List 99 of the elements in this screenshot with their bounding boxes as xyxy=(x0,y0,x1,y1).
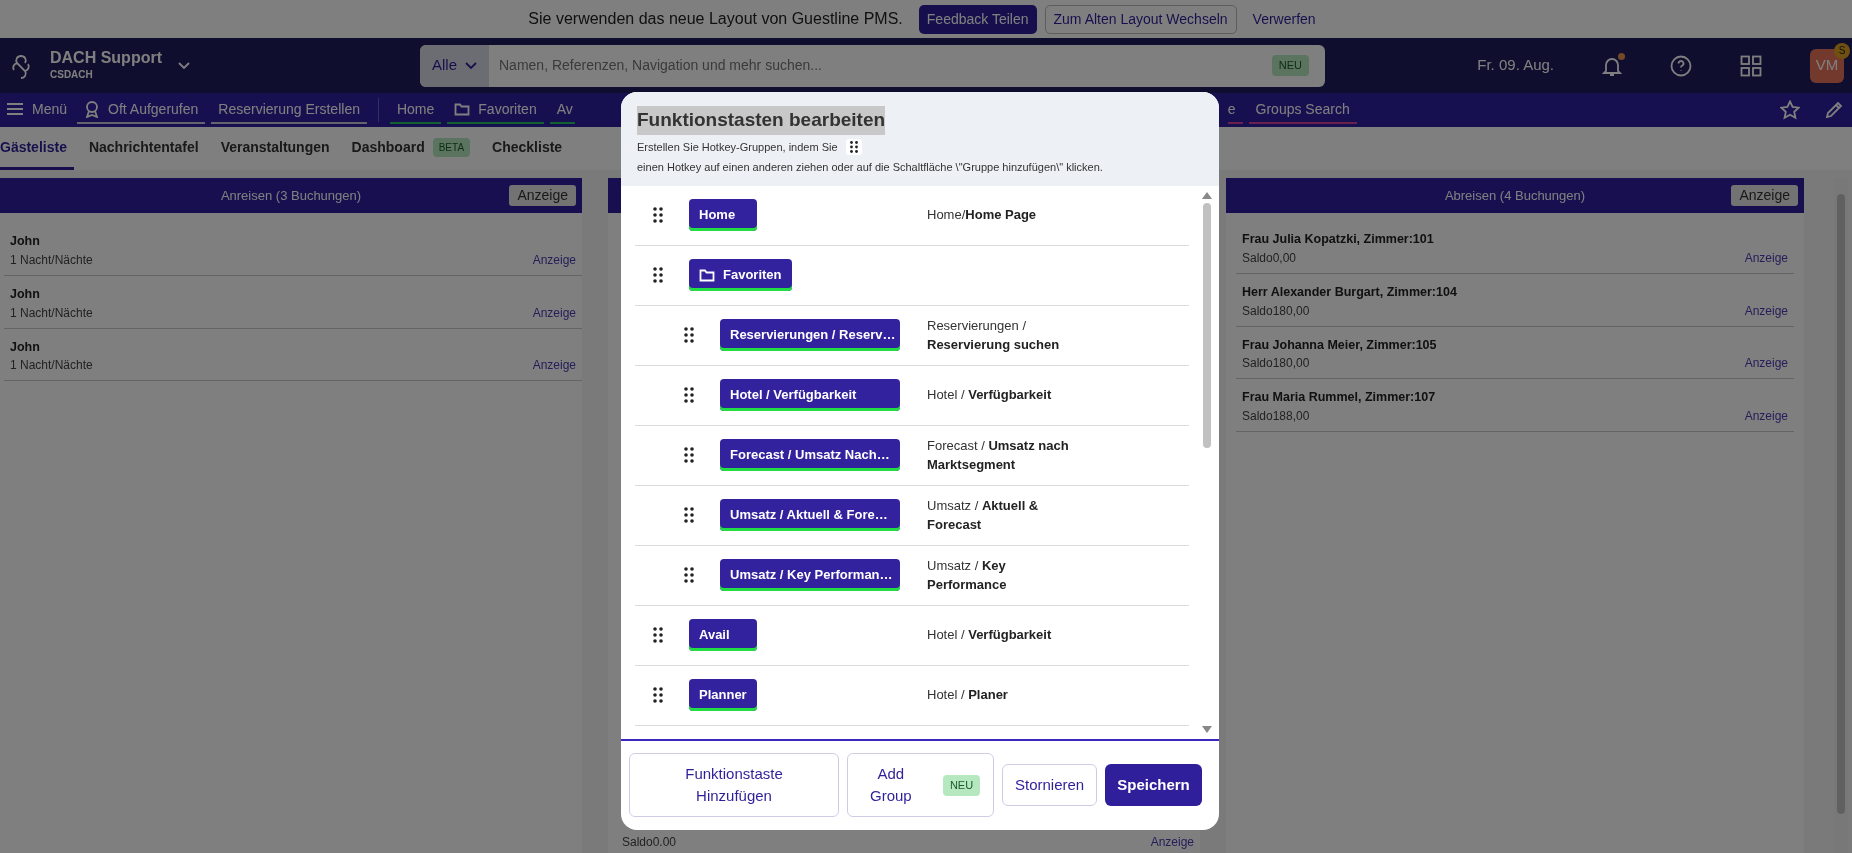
banner-button[interactable]: Feedback Teilen xyxy=(918,4,1037,34)
nav-link[interactable]: e xyxy=(1227,96,1243,124)
drag-handle-icon[interactable] xyxy=(653,267,663,283)
banner-button[interactable]: Zum Alten Layout Wechseln xyxy=(1044,4,1237,34)
booking-detail: Saldo180,00 xyxy=(1242,355,1310,373)
show-link[interactable]: Anzeige xyxy=(1744,407,1788,425)
help-icon[interactable] xyxy=(1670,54,1692,77)
hotkey-path: Umsatz / Key Performance xyxy=(927,556,1008,594)
drag-handle-icon[interactable] xyxy=(653,627,663,643)
property-name: DACH Support xyxy=(50,49,162,67)
hotkey-path: Reservierungen / Reservierung suchen xyxy=(927,316,1061,354)
beta-badge: BETA xyxy=(432,137,471,157)
booking-detail: Saldo188,00 xyxy=(1242,408,1310,425)
tab[interactable]: Nachrichtentafel xyxy=(81,127,206,170)
dialog-button[interactable]: Speichern xyxy=(1105,764,1202,807)
scroll-down-icon[interactable] xyxy=(1202,725,1212,733)
tab[interactable]: Gästeliste xyxy=(0,127,74,170)
tab[interactable]: Veranstaltungen xyxy=(213,127,337,170)
panel-title: Anreisen (3 Buchungen) xyxy=(220,186,362,205)
nav-link[interactable]: Home xyxy=(389,96,442,124)
chevron-down-icon[interactable] xyxy=(178,61,190,70)
hotkey-button[interactable]: Home xyxy=(689,198,757,232)
nav-link[interactable]: Groups Search xyxy=(1248,96,1357,124)
scope-dropdown[interactable]: Alle xyxy=(420,44,489,87)
hotkey-path: Hotel / Planer xyxy=(927,686,1009,705)
show-link[interactable]: Anzeige xyxy=(1744,248,1788,267)
star-icon[interactable] xyxy=(1780,100,1800,120)
dialog-description: Erstellen Sie Hotkey-Gruppen, indem Sie xyxy=(637,139,838,155)
menu-button[interactable]: Menü xyxy=(0,96,75,124)
show-link[interactable]: Anzeige xyxy=(1744,354,1788,373)
tab[interactable]: Checkliste xyxy=(485,127,570,170)
drag-handle-icon[interactable] xyxy=(684,327,694,343)
grid-icon[interactable] xyxy=(1740,54,1762,77)
menu-icon xyxy=(6,102,24,116)
booking-detail: 1 Nacht/Nächte xyxy=(10,357,93,375)
show-link[interactable]: Anzeige xyxy=(532,250,576,269)
show-link[interactable]: Anzeige xyxy=(1150,833,1194,851)
tab[interactable]: Dashboard BETA xyxy=(344,127,478,170)
date-label: Fr. 09. Aug. xyxy=(1477,55,1554,76)
folder-icon xyxy=(454,102,471,116)
show-link[interactable]: Anzeige xyxy=(532,356,576,375)
nav-link[interactable]: Reservierung Erstellen xyxy=(211,96,367,124)
booking-detail: Saldo180,00 xyxy=(1242,302,1310,320)
hotkey-path: Umsatz / Aktuell & Forecast xyxy=(927,496,1040,534)
award-icon xyxy=(84,100,101,118)
hotkey-button[interactable]: Planner xyxy=(689,678,757,712)
hotkey-button[interactable]: Reservierungen / Reserv… xyxy=(720,318,900,352)
booking-detail: 1 Nacht/Nächte xyxy=(10,251,93,269)
hotkey-path: Hotel / Verfügbarkeit xyxy=(927,626,1053,645)
nav-link[interactable]: Av xyxy=(549,96,575,124)
drag-handle-icon[interactable] xyxy=(684,507,694,523)
hotkey-button[interactable]: Forecast / Umsatz Nach… xyxy=(720,438,900,472)
new-badge: NEU xyxy=(942,775,981,796)
drag-handle-icon[interactable] xyxy=(653,207,663,223)
hotkey-path: Hotel / Verfügbarkeit xyxy=(927,386,1053,405)
pencil-icon[interactable] xyxy=(1824,100,1844,120)
hotkey-path: Home/Home Page xyxy=(927,206,1038,225)
dialog-button[interactable]: Funktionstaste Hinzufügen xyxy=(629,753,839,818)
drag-handle-icon[interactable] xyxy=(684,387,694,403)
dialog-title: Funktionstasten bearbeiten xyxy=(637,106,886,135)
folder-icon xyxy=(699,267,715,282)
drag-handle-icon[interactable] xyxy=(684,447,694,463)
hotkey-button[interactable]: Avail xyxy=(689,618,757,652)
hotkey-path: Forecast / Umsatz nach Marktsegment xyxy=(927,436,1070,474)
banner-button[interactable]: Verwerfen xyxy=(1244,4,1324,34)
chevron-down-icon xyxy=(465,61,477,70)
avatar-badge: S xyxy=(1834,42,1850,59)
search-field[interactable]: Alle Namen, Referenzen, Navigation und mehr suchen... NEU xyxy=(420,44,1325,87)
property-code: CSDACH xyxy=(50,67,94,82)
show-button[interactable]: Anzeige xyxy=(509,185,576,206)
nav-link[interactable]: Oft Aufgerufen xyxy=(77,96,206,124)
new-badge: NEU xyxy=(1271,55,1309,76)
nav-link[interactable]: Favoriten xyxy=(447,96,544,124)
show-link[interactable]: Anzeige xyxy=(1744,301,1788,320)
panel-title: Abreisen (4 Buchungen) xyxy=(1444,186,1586,205)
dialog-button[interactable]: Stornieren xyxy=(1002,764,1098,807)
guest-name: John xyxy=(10,285,41,303)
hotkey-button[interactable]: Umsatz / Key Performan… xyxy=(720,558,900,592)
dialog-description: einen Hotkey auf einen anderen ziehen oder auf die Schaltfläche \"Gruppe hinzufügen\" klicken. xyxy=(637,160,1104,175)
drag-handle-icon xyxy=(849,140,858,153)
guest-name: John xyxy=(10,233,41,250)
show-button[interactable]: Anzeige xyxy=(1731,185,1798,206)
hotkey-button[interactable]: Hotel / Verfügbarkeit xyxy=(720,378,900,412)
guest-name: John xyxy=(10,338,41,356)
guest-name: Frau Johanna Meier, Zimmer:105 xyxy=(1242,336,1438,354)
booking-detail: 1 Nacht/Nächte xyxy=(10,304,93,322)
hotkey-button[interactable]: Favoriten xyxy=(689,258,792,292)
hotkey-button[interactable]: Umsatz / Aktuell & Fore… xyxy=(720,498,900,532)
guest-name: Herr Alexander Burgart, Zimmer:104 xyxy=(1242,283,1458,301)
drag-handle-icon[interactable] xyxy=(653,687,663,703)
guest-name: Frau Julia Kopatzki, Zimmer:101 xyxy=(1242,231,1435,248)
scroll-up-icon[interactable] xyxy=(1202,191,1212,199)
booking-detail: Saldo0.00 xyxy=(622,834,677,851)
dialog-button[interactable]: Add Group NEU xyxy=(847,753,994,818)
show-link[interactable]: Anzeige xyxy=(532,303,576,322)
banner-message: Sie verwenden das neue Layout von Guestline PMS. xyxy=(528,9,903,29)
drag-handle-icon[interactable] xyxy=(684,567,694,583)
guest-name: Frau Maria Rummel, Zimmer:107 xyxy=(1242,389,1437,407)
booking-detail: Saldo0,00 xyxy=(1242,249,1297,267)
